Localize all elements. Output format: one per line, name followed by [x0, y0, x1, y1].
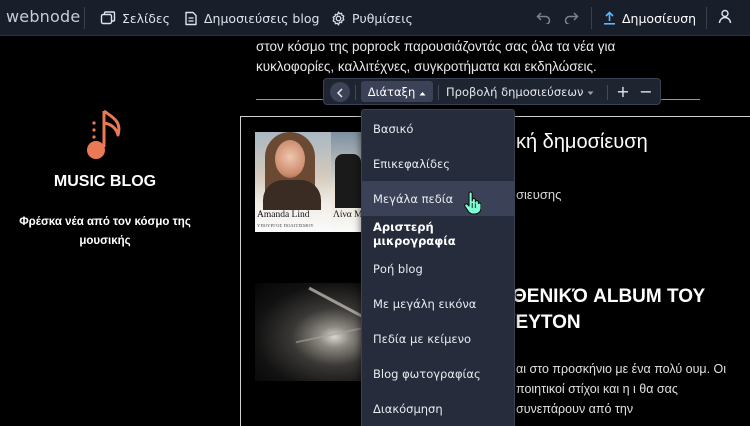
toolbar-divider	[355, 85, 356, 100]
site-subtitle[interactable]: Φρέσκα νέα από τον κόσμο της μουσικής	[15, 213, 195, 251]
redo-icon	[564, 9, 579, 28]
undo-button[interactable]	[536, 0, 551, 36]
blog-section-toolbar: Διάταξη Προβολή δημοσιεύσεων + −	[323, 78, 661, 105]
post-thumbnail[interactable]	[255, 283, 361, 381]
remove-post-button[interactable]: −	[636, 80, 656, 102]
music-note-icon[interactable]	[82, 107, 126, 169]
layout-option-text-fields[interactable]: Πεδία με κείμενο	[362, 321, 514, 356]
webnode-logo[interactable]: webnode	[6, 7, 80, 26]
thumbnail-caption-small: ΥΠΟΥΡΓΟΣ ΠΟΛΙΤΙΣΜΟΥ	[257, 223, 314, 228]
redo-button[interactable]	[564, 0, 579, 36]
gear-icon	[331, 11, 346, 26]
layout-option-photo-blog[interactable]: Blog φωτογραφίας	[362, 356, 514, 391]
layout-dropdown-menu: Βασικό Επικεφαλίδες Μεγάλα πεδία Αριστερ…	[361, 109, 515, 426]
thumbnail-light-beam	[295, 324, 361, 344]
undo-icon	[536, 9, 551, 28]
chevron-left-icon	[336, 83, 344, 102]
topbar-divider	[84, 7, 85, 29]
post-meta: σιευσης	[516, 187, 562, 202]
upload-icon	[603, 11, 616, 25]
thumbnail-face	[275, 140, 305, 178]
layout-option-blog-feed[interactable]: Ροή blog	[362, 251, 514, 286]
pages-icon	[100, 11, 116, 25]
toolbar-divider	[438, 85, 439, 100]
thumbnail-caption-b: Λίνα Μ	[333, 210, 361, 220]
add-post-button[interactable]: +	[613, 80, 633, 102]
topbar-divider	[706, 7, 707, 29]
blog-posts-icon	[184, 11, 198, 26]
settings-menu-label: Ρυθμίσεις	[352, 10, 413, 26]
editor-topbar: webnode Σελίδες Δημοσιεύσεις blog Ρυθμίσ…	[0, 0, 750, 36]
publish-button[interactable]: Δημοσίευση	[603, 0, 696, 36]
post-title[interactable]: κή δημοσίευση	[516, 131, 648, 154]
site-sidebar: MUSIC BLOG Φρέσκα νέα από τον κόσμο της …	[0, 37, 210, 426]
hand-cursor-icon	[463, 191, 482, 219]
thumbnail-robe	[335, 154, 361, 208]
layout-label: Διάταξη	[367, 84, 416, 99]
caret-down-icon	[587, 85, 594, 99]
post-thumbnail-right[interactable]: Λίνα Μ	[331, 132, 361, 232]
pages-menu-label: Σελίδες	[122, 10, 171, 26]
post-title[interactable]: ΘΕΝΙΚΌ ALBUM ΤΟΥ ΈΥΤΟΝ	[512, 284, 742, 336]
thumbnail-light-beam	[308, 286, 361, 323]
toolbar-back-button[interactable]	[330, 82, 350, 102]
blog-posts-menu-label: Δημοσιεύσεις blog	[204, 10, 320, 26]
layout-option-headings[interactable]: Επικεφαλίδες	[362, 146, 514, 181]
user-icon	[718, 9, 732, 28]
post-thumbnail[interactable]: Amanda Lind ΥΠΟΥΡΓΟΣ ΠΟΛΙΤΙΣΜΟΥ	[255, 132, 331, 232]
layout-option-large-fields[interactable]: Μεγάλα πεδία	[362, 181, 514, 216]
toolbar-divider	[607, 85, 608, 100]
layout-option-decoration[interactable]: Διακόσμηση	[362, 391, 514, 426]
site-title[interactable]: MUSIC BLOG	[0, 173, 210, 191]
layout-option-basic[interactable]: Βασικό	[362, 111, 514, 146]
thumbnail-body	[263, 180, 321, 210]
layout-option-large-image[interactable]: Με μεγάλη εικόνα	[362, 286, 514, 321]
intro-paragraph[interactable]: στον κόσμο της poprock παρουσιάζοντάς σα…	[256, 37, 676, 77]
layout-dropdown-button[interactable]: Διάταξη	[361, 81, 433, 102]
post-excerpt: αι στο προσκήνιο με ένα πολύ ουμ. Οι ποι…	[516, 362, 727, 416]
settings-menu-button[interactable]: Ρυθμίσεις	[331, 0, 413, 36]
pages-menu-button[interactable]: Σελίδες	[100, 0, 170, 36]
blog-posts-menu-button[interactable]: Δημοσιεύσεις blog	[184, 0, 319, 36]
caret-up-icon	[419, 85, 426, 99]
layout-option-left-thumbnail[interactable]: Αριστερή μικρογραφία	[362, 216, 514, 251]
publish-label: Δημοσίευση	[622, 10, 697, 26]
posts-view-dropdown-button[interactable]: Προβολή δημοσιεύσεων	[446, 81, 594, 102]
thumbnail-caption: Amanda Lind	[257, 210, 310, 220]
posts-view-label: Προβολή δημοσιεύσεων	[446, 84, 584, 99]
topbar-divider	[591, 7, 592, 29]
account-button[interactable]	[718, 0, 732, 36]
